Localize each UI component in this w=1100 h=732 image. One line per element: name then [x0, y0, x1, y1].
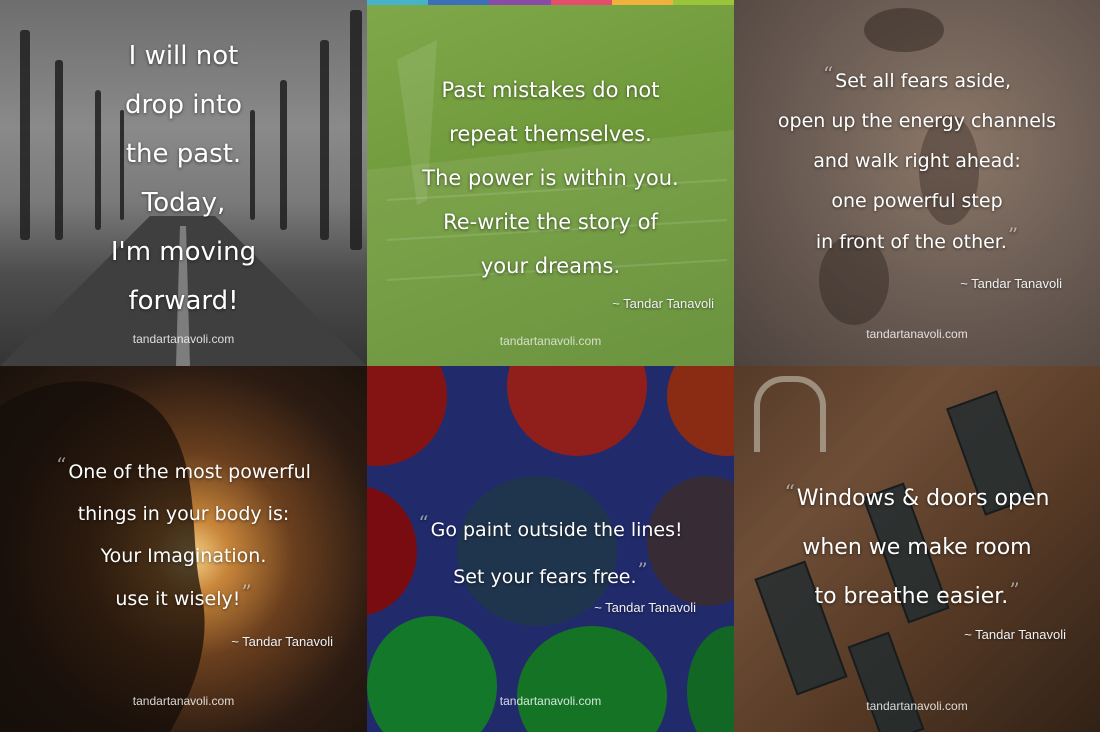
- quote-tile-sunset: “One of the most powerful things in your…: [0, 366, 367, 732]
- quote-author: ~ Tandar Tanavoli: [964, 627, 1066, 642]
- quote-line: in front of the other.”: [815, 223, 1019, 253]
- quote-text: I will not drop into the past. Today, I'…: [0, 32, 367, 326]
- quote-tile-green: Past mistakes do not repeat themselves. …: [367, 0, 734, 366]
- color-swatch: [367, 0, 429, 5]
- quote-line: drop into: [124, 90, 243, 120]
- quote-line: open up the energy channels: [777, 110, 1057, 132]
- site-url: tandartanavoli.com: [132, 694, 235, 708]
- site-url: tandartanavoli.com: [132, 332, 235, 346]
- quote-author: ~ Tandar Tanavoli: [594, 600, 696, 615]
- quote-line: Today,: [141, 188, 226, 218]
- quote-line: I will not: [128, 41, 239, 71]
- site-url: tandartanavoli.com: [499, 694, 602, 708]
- close-quote-mark: ”: [637, 558, 648, 582]
- quote-author: ~ Tandar Tanavoli: [960, 276, 1062, 291]
- quote-tile-sand: “Set all fears aside, open up the energy…: [734, 0, 1100, 366]
- quote-line: “Go paint outside the lines!: [418, 511, 683, 541]
- quote-line: your dreams.: [480, 254, 621, 278]
- quote-text: Past mistakes do not repeat themselves. …: [367, 68, 734, 288]
- color-bar: [367, 0, 734, 5]
- quote-author: ~ Tandar Tanavoli: [612, 296, 714, 311]
- quote-line: to breathe easier.”: [814, 578, 1020, 609]
- close-quote-mark: ”: [1007, 223, 1019, 247]
- open-quote-mark: “: [418, 511, 429, 535]
- color-swatch: [489, 0, 551, 5]
- quote-line: Set your fears free.”: [453, 558, 648, 588]
- quote-line: The power is within you.: [422, 166, 679, 190]
- quote-text: “One of the most powerful things in your…: [0, 450, 367, 620]
- quote-line: the past.: [125, 139, 242, 169]
- quote-line: “One of the most powerful: [56, 453, 311, 483]
- quote-author: ~ Tandar Tanavoli: [231, 634, 333, 649]
- quote-text: “Set all fears aside, open up the energy…: [734, 60, 1100, 262]
- site-url: tandartanavoli.com: [866, 327, 968, 341]
- quote-tile-road: I will not drop into the past. Today, I'…: [0, 0, 367, 366]
- quote-line: things in your body is:: [77, 503, 290, 525]
- quote-line: when we make room: [802, 535, 1032, 560]
- quote-line: Past mistakes do not: [441, 78, 660, 102]
- close-quote-mark: ”: [1009, 578, 1020, 602]
- quote-text: “Go paint outside the lines! Set your fe…: [367, 506, 734, 600]
- close-quote-mark: ”: [241, 580, 252, 604]
- quote-tile-windows: “Windows & doors open when we make room …: [734, 366, 1100, 732]
- quote-line: Your Imagination.: [100, 545, 267, 567]
- quote-line: repeat themselves.: [449, 122, 652, 146]
- color-swatch: [672, 0, 734, 5]
- quote-line: “Windows & doors open: [784, 480, 1050, 511]
- quote-line: use it wisely!”: [115, 580, 252, 610]
- site-url: tandartanavoli.com: [866, 699, 968, 713]
- quote-line: one powerful step: [831, 190, 1003, 212]
- color-swatch: [550, 0, 612, 5]
- quote-line: forward!: [128, 286, 239, 316]
- open-quote-mark: “: [56, 453, 67, 477]
- quote-line: “Set all fears aside,: [822, 62, 1012, 92]
- quote-tile-paints: “Go paint outside the lines! Set your fe…: [367, 366, 734, 732]
- quote-line: Re-write the story of: [443, 210, 658, 234]
- quote-line: and walk right ahead:: [813, 150, 1021, 172]
- site-url: tandartanavoli.com: [499, 334, 602, 348]
- quote-text: “Windows & doors open when we make room …: [734, 474, 1100, 621]
- color-swatch: [611, 0, 673, 5]
- quote-collage: I will not drop into the past. Today, I'…: [0, 0, 1100, 732]
- open-quote-mark: “: [784, 480, 795, 504]
- color-swatch: [428, 0, 490, 5]
- quote-line: I'm moving: [110, 237, 257, 267]
- open-quote-mark: “: [822, 62, 834, 86]
